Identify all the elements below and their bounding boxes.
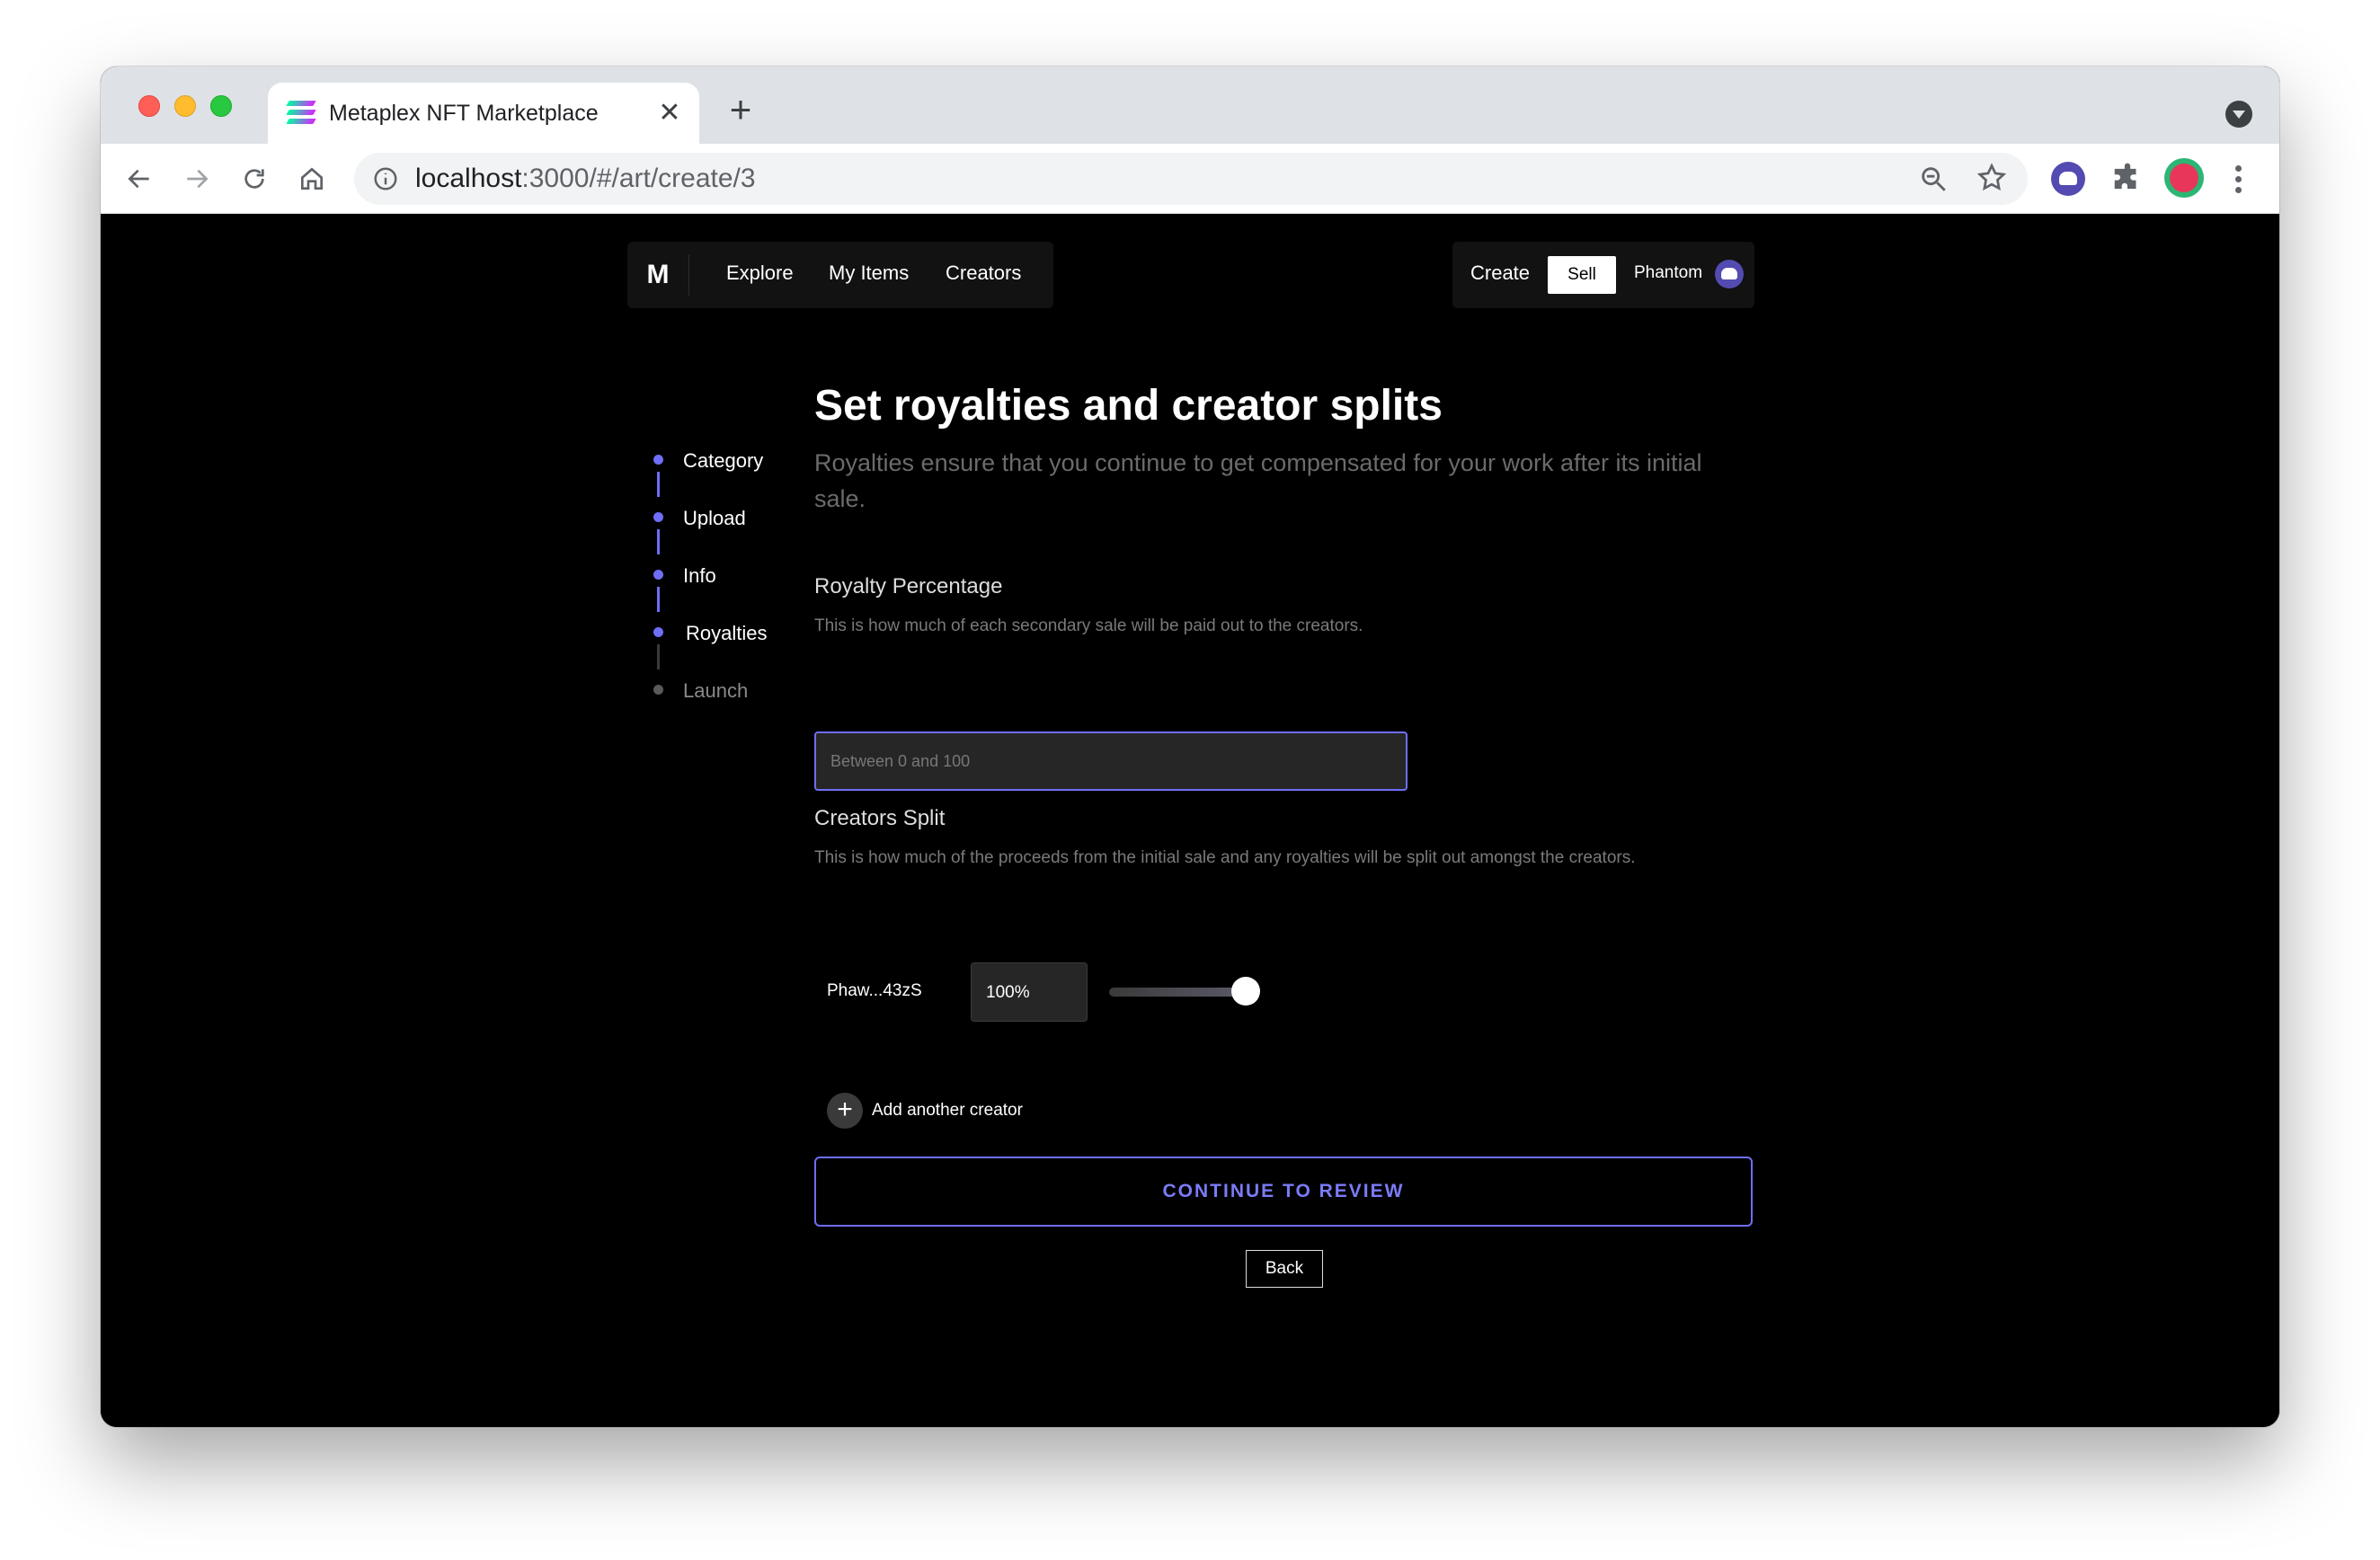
url-host: localhost xyxy=(415,164,522,193)
step-dot-info xyxy=(653,570,663,580)
step-dot-royalties xyxy=(653,627,663,637)
add-creator-button[interactable]: + Add another creator xyxy=(827,1093,1023,1129)
continue-to-review-button[interactable]: CONTINUE TO REVIEW xyxy=(814,1157,1753,1227)
step-info[interactable]: Info xyxy=(683,564,716,588)
create-link[interactable]: Create xyxy=(1470,261,1530,285)
page-subtitle: Royalties ensure that you continue to ge… xyxy=(814,449,1702,512)
phantom-extension-icon[interactable] xyxy=(2051,162,2085,196)
nav-divider xyxy=(688,254,689,296)
maximize-window-button[interactable] xyxy=(210,95,232,117)
plus-icon[interactable]: + xyxy=(827,1093,863,1129)
step-dot-upload xyxy=(653,512,663,522)
step-connector xyxy=(657,587,660,612)
back-arrow-icon[interactable] xyxy=(119,158,160,199)
wallet-label[interactable]: Phantom xyxy=(1634,263,1702,283)
browser-toolbar: localhost:3000/#/art/create/3 xyxy=(101,144,2279,214)
kebab-menu-icon[interactable] xyxy=(2220,160,2256,198)
add-creator-label[interactable]: Add another creator xyxy=(872,1101,1023,1121)
creator-share-input[interactable]: 100% xyxy=(971,962,1088,1022)
address-bar[interactable]: localhost:3000/#/art/create/3 xyxy=(354,153,2028,205)
info-icon[interactable] xyxy=(372,165,399,192)
step-launch: Launch xyxy=(683,679,749,702)
browser-window: Metaplex NFT Marketplace ✕ + localhost:3… xyxy=(101,66,2279,1427)
new-tab-button[interactable]: + xyxy=(721,91,760,131)
step-connector xyxy=(657,472,660,497)
page-content: M Explore My Items Creators Create Sell … xyxy=(101,215,2279,1427)
creator-share-value: 100% xyxy=(986,983,1030,1002)
url-path: :3000/#/art/create/3 xyxy=(521,164,756,193)
profile-avatar[interactable] xyxy=(2164,158,2204,198)
nav-my-items[interactable]: My Items xyxy=(829,261,909,285)
step-dot-category xyxy=(653,455,663,465)
action-nav: Create Sell Phantom xyxy=(1452,242,1754,308)
step-connector xyxy=(657,644,660,669)
step-connector xyxy=(657,529,660,554)
split-section-description: This is how much of the proceeds from th… xyxy=(814,848,1636,867)
creator-share-slider[interactable] xyxy=(1109,977,1260,1006)
creator-address: Phaw...43zS xyxy=(827,981,922,1000)
step-upload[interactable]: Upload xyxy=(683,507,746,530)
step-royalties[interactable]: Royalties xyxy=(686,622,767,645)
metaplex-logo[interactable]: M xyxy=(627,242,688,308)
step-dot-launch xyxy=(653,685,663,695)
nav-explore[interactable]: Explore xyxy=(726,261,794,285)
main-nav: M Explore My Items Creators xyxy=(627,242,1053,308)
nav-creators[interactable]: Creators xyxy=(946,261,1021,285)
page-title: Set royalties and creator splits xyxy=(814,382,1443,430)
royalty-percentage-input[interactable] xyxy=(814,731,1408,791)
royalty-section-title: Royalty Percentage xyxy=(814,574,1003,598)
forward-arrow-icon[interactable] xyxy=(176,158,218,199)
split-section-title: Creators Split xyxy=(814,806,946,830)
tab-metaplex[interactable]: Metaplex NFT Marketplace ✕ xyxy=(268,83,699,144)
back-button[interactable]: Back xyxy=(1246,1250,1323,1288)
tab-strip: Metaplex NFT Marketplace ✕ + xyxy=(101,66,2279,144)
sell-button[interactable]: Sell xyxy=(1548,256,1616,294)
slider-thumb[interactable] xyxy=(1231,977,1260,1006)
reload-icon[interactable] xyxy=(234,158,275,199)
slider-track[interactable] xyxy=(1109,988,1246,997)
close-window-button[interactable] xyxy=(138,95,160,117)
solana-favicon-icon xyxy=(286,101,316,124)
tab-close-icon[interactable]: ✕ xyxy=(653,95,687,129)
step-category[interactable]: Category xyxy=(683,449,763,473)
url-text: localhost:3000/#/art/create/3 xyxy=(415,164,756,194)
zoom-icon[interactable] xyxy=(1918,164,1949,194)
star-icon[interactable] xyxy=(1976,162,2008,194)
puzzle-icon[interactable] xyxy=(2110,162,2145,196)
home-icon[interactable] xyxy=(291,158,333,199)
phantom-wallet-icon[interactable] xyxy=(1715,260,1744,288)
royalty-section-description: This is how much of each secondary sale … xyxy=(814,616,1363,635)
tab-title: Metaplex NFT Marketplace xyxy=(329,101,599,126)
tab-search-icon[interactable] xyxy=(2225,101,2252,128)
minimize-window-button[interactable] xyxy=(174,95,196,117)
